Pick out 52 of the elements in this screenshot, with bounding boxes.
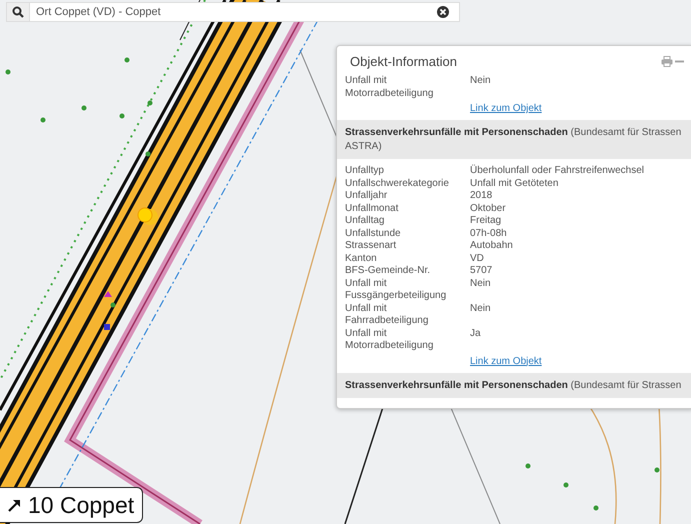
point-marker [654,468,660,472]
point-marker [526,464,530,468]
field-value: 5707 [470,265,494,278]
point-marker [594,506,598,510]
point-marker [564,482,568,488]
arrow-icon [8,498,22,512]
field-value: Unfall mit Getöteten [470,178,560,190]
field-label: Unfalltyp [345,165,385,178]
field-label: Unfall mit Fahrradbeteiligung [345,302,430,328]
field-label: Kanton [345,252,378,265]
field-label: Unfallmonat [345,202,400,215]
field-value: Überholunfall oder Fahrstreifenwechsel [470,165,645,178]
search-field[interactable]: Ort Coppet (VD) - Coppet [6,2,460,22]
point-marker [6,70,10,74]
field-value: Ja [470,328,482,340]
field-value: Nein [470,75,492,88]
point-marker [124,58,130,62]
clear-icon[interactable] [437,6,449,18]
field-value: Freitag [470,215,502,228]
field-label: Unfallschwerekategorie [345,178,450,190]
field-value: VD [470,252,485,265]
field-label: Unfallstunde [345,228,402,240]
point-marker [82,106,86,110]
sign-label: 10 Coppet [28,492,134,518]
field-label: Unfall mit Motorradbeteiligung [345,328,434,352]
point-marker [40,118,46,122]
panel-title: Objekt-Information [350,54,457,69]
point-marker [146,152,150,156]
field-label: Unfall mit Fussgängerbeteiligung [345,278,448,302]
object-link[interactable]: Link zum Objekt [470,356,542,366]
field-value: 2018 [470,190,494,202]
point-marker [110,302,116,308]
field-label: Unfall mit Motorradbeteiligung [345,75,434,100]
search-input[interactable]: Ort Coppet (VD) - Coppet [30,6,437,18]
search-icon [12,6,24,18]
field-label: Unfalljahr [345,190,388,202]
field-value: Oktober [470,202,507,215]
field-value: Nein [470,278,492,290]
field-label: Unfalltag [345,215,386,228]
point-marker [148,100,152,106]
section-heading: Strassenverkehrsunfälle mit Personenschaden (Bundesamt für Strassen ASTRA) [337,120,691,159]
field-label: Strassenart [345,240,398,252]
field-value: Autobahn [470,240,514,252]
triangle-marker [104,291,112,297]
field-value: 07h-08h [470,228,508,240]
section-heading: Strassenverkehrsunfälle mit Personenschaden (Bundesamt für Strassen [337,372,691,398]
accident-marker[interactable] [138,208,158,225]
point-marker [120,114,124,118]
field-value: Nein [470,302,492,316]
object-link[interactable]: Link zum Objekt [470,103,542,114]
square-marker [104,324,110,330]
field-label: BFS-Gemeinde-Nr. [345,265,432,278]
